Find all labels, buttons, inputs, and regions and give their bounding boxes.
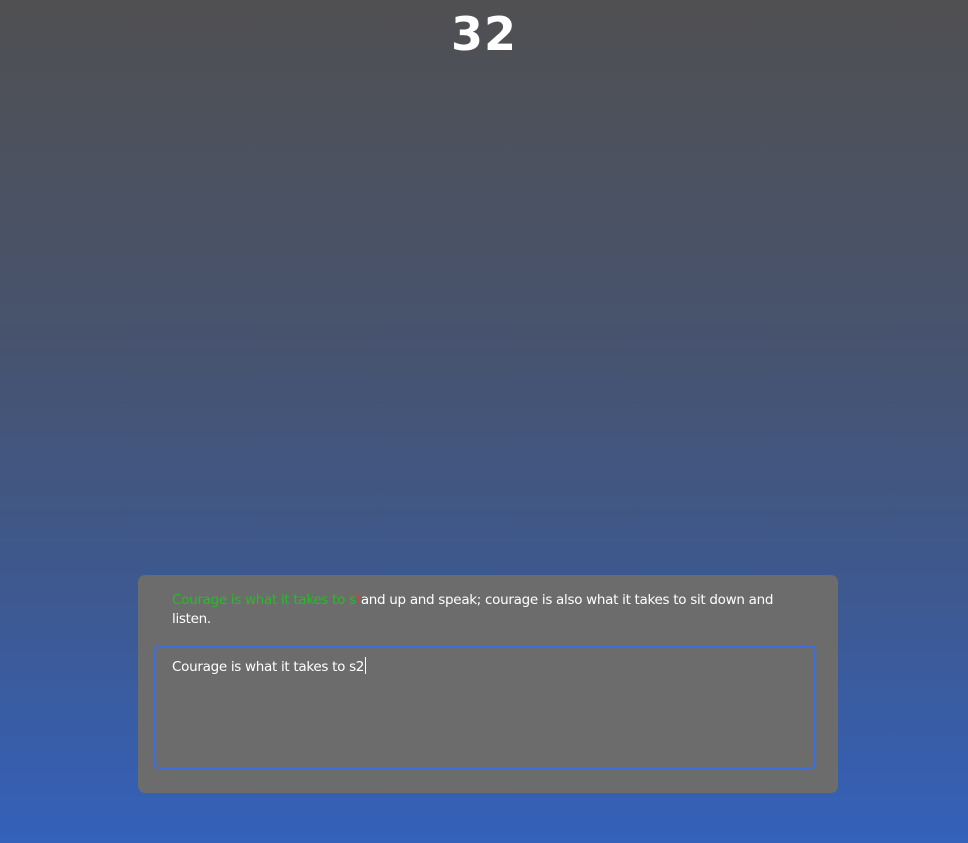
typing-panel: Courage is what it takes to stand up and… [138, 575, 838, 793]
typing-input-value: Courage is what it takes to s2 [172, 657, 367, 677]
typing-input[interactable]: Courage is what it takes to s2 [154, 645, 816, 769]
text-caret [365, 657, 367, 674]
typing-input-text: Courage is what it takes to s2 [172, 659, 365, 675]
countdown-timer: 32 [450, 7, 517, 61]
prompt-text: Courage is what it takes to stand up and… [172, 591, 792, 629]
prompt-typed-correct: Courage is what it takes to s [172, 592, 356, 608]
